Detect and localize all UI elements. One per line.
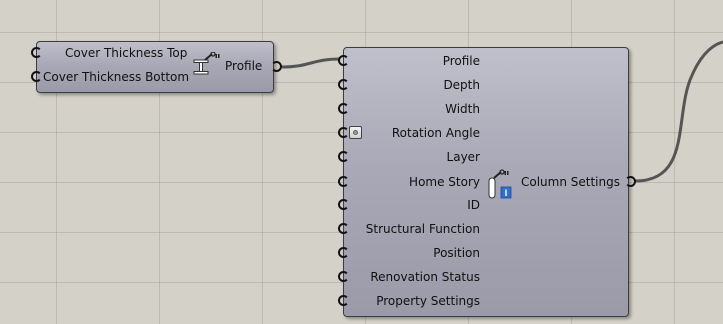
input-label-cover-thickness-top: Cover Thickness Top <box>65 46 188 60</box>
output-label-column-settings: Column Settings <box>521 175 620 189</box>
input-label-cover-thickness-bottom: Cover Thickness Bottom <box>43 70 190 84</box>
column-input-port-rotation-angle[interactable] <box>338 127 349 138</box>
column-input-port-layer[interactable] <box>338 151 349 162</box>
column-settings-component[interactable]: Profile Depth Width Rotation Angle Layer… <box>343 47 629 317</box>
input-label-structural-function: Structural Function <box>365 222 480 236</box>
cover-input-port-bottom[interactable] <box>31 71 42 82</box>
input-label-width: Width <box>445 102 480 116</box>
input-label-position: Position <box>433 246 480 260</box>
column-input-port-position[interactable] <box>338 247 349 258</box>
column-input-port-home-story[interactable] <box>338 176 349 187</box>
column-input-port-id[interactable] <box>338 199 349 210</box>
rotation-angle-toggle[interactable] <box>349 126 362 139</box>
column-input-port-profile[interactable] <box>338 55 349 66</box>
input-label-depth: Depth <box>443 78 480 92</box>
input-label-id: ID <box>467 198 480 212</box>
input-label-renovation-status: Renovation Status <box>370 270 480 284</box>
wire-column-settings-out[interactable] <box>634 40 723 183</box>
input-label-property-settings: Property Settings <box>376 294 480 308</box>
wire-profile-to-column[interactable] <box>281 57 341 69</box>
cover-thickness-component[interactable]: Cover Thickness Top Cover Thickness Bott… <box>36 41 274 93</box>
cover-output-port-profile[interactable] <box>271 61 282 72</box>
column-input-port-property-settings[interactable] <box>338 295 349 306</box>
column-settings-icon: I <box>488 169 512 199</box>
input-label-layer: Layer <box>446 150 480 164</box>
column-input-port-renovation-status[interactable] <box>338 271 349 282</box>
profile-beam-icon <box>193 52 220 75</box>
input-label-profile: Profile <box>442 54 480 68</box>
input-label-rotation-angle: Rotation Angle <box>391 126 480 140</box>
column-input-port-depth[interactable] <box>338 79 349 90</box>
svg-text:I: I <box>505 188 508 198</box>
input-label-home-story: Home Story <box>409 175 480 189</box>
column-input-port-structural-function[interactable] <box>338 223 349 234</box>
output-label-profile: Profile <box>225 59 263 73</box>
column-input-port-width[interactable] <box>338 103 349 114</box>
cover-input-port-top[interactable] <box>31 47 42 58</box>
column-output-port-column-settings[interactable] <box>625 176 636 187</box>
